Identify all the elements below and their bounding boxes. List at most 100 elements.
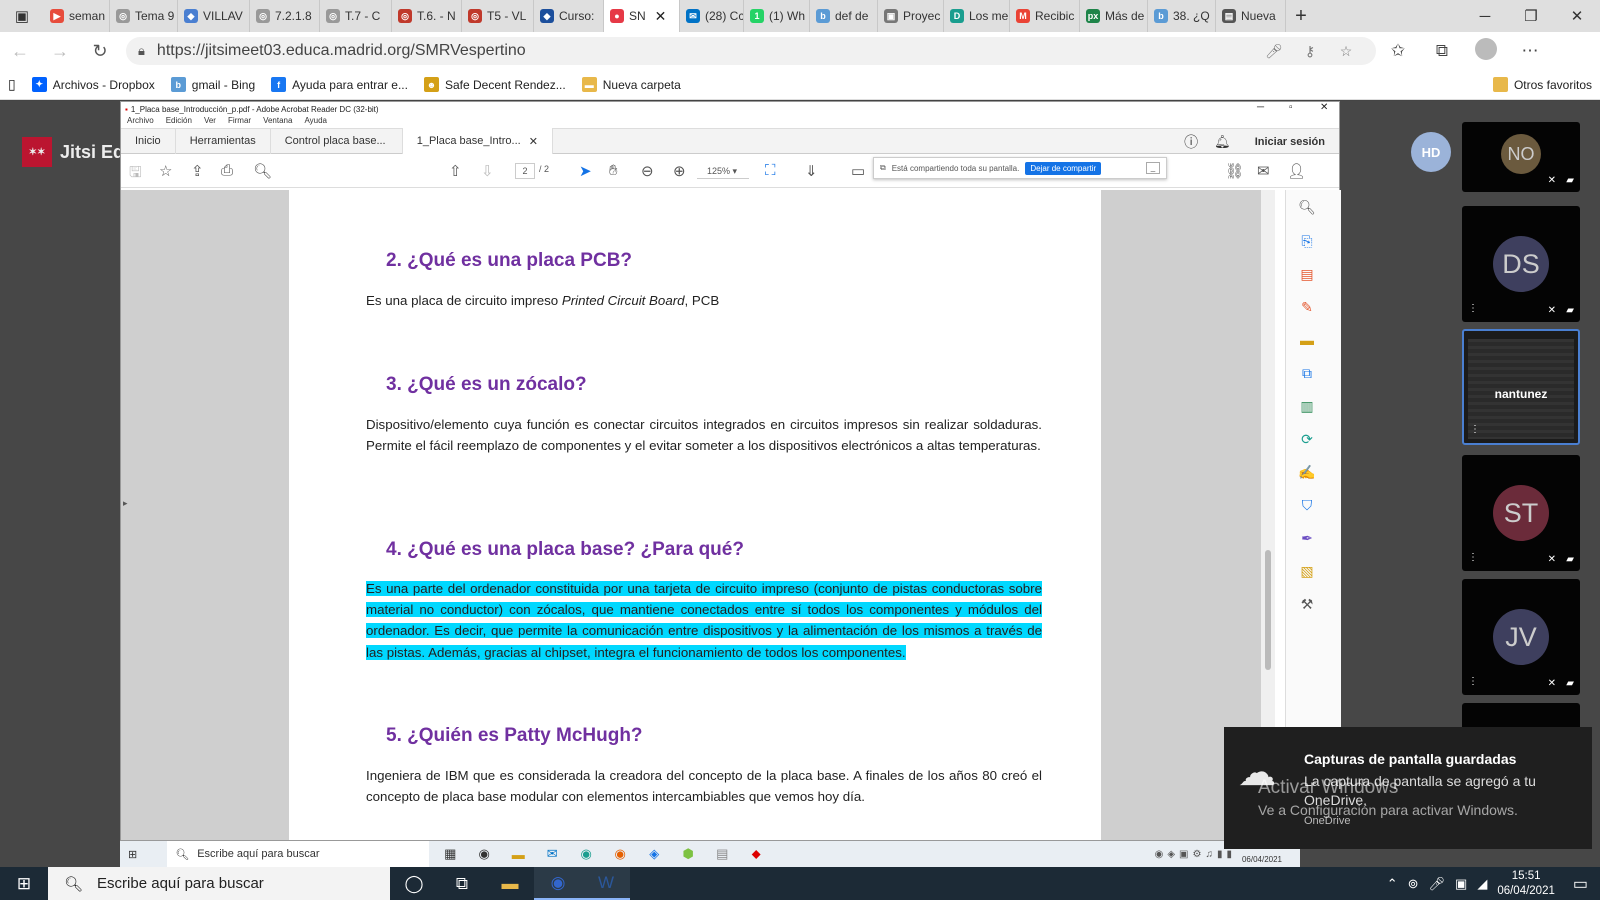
acrobat-close-button[interactable]: ✕ [1320, 102, 1328, 113]
create-pdf-icon[interactable]: ▤ [1298, 265, 1316, 283]
close-window-button[interactable]: ✕ [1554, 7, 1600, 25]
browser-tab[interactable]: ▶ seman [44, 0, 110, 32]
close-tab-icon[interactable]: ✕ [529, 135, 538, 148]
shared-virtualbox-icon[interactable]: ◈ [641, 844, 667, 864]
edge-taskbar-icon[interactable]: ◉ [534, 867, 582, 900]
bookmark-item[interactable]: ✦ Archivos - Dropbox [24, 70, 163, 100]
protect-icon[interactable]: ⛉ [1298, 496, 1316, 514]
fill-sign-icon[interactable]: ✍ [1298, 463, 1316, 481]
browser-tab[interactable]: ✉ (28) Cc [680, 0, 744, 32]
url-field[interactable]: 🔒︎ https://jitsimeet03.educa.madrid.org/… [126, 37, 1376, 65]
page-number-input[interactable]: 2 [515, 163, 535, 179]
scan-ocr-icon[interactable]: ⟳ [1298, 430, 1316, 448]
shared-database-icon[interactable]: ▤ [709, 844, 735, 864]
shared-start-icon[interactable]: ⊞ [128, 848, 137, 861]
taskbar-search-box[interactable]: 🔍︎ Escribe aquí para buscar [48, 867, 390, 900]
shared-firefox-icon[interactable]: ◉ [607, 844, 633, 864]
acrobat-minimize-button[interactable]: ─ [1257, 102, 1264, 113]
tray-camera-icon[interactable]: ⊚ [1408, 876, 1419, 892]
reload-button[interactable]: ↻ [80, 41, 120, 62]
organize-pages-icon[interactable]: ▥ [1298, 397, 1316, 415]
help-icon[interactable]: ⓘ [1184, 132, 1198, 152]
combine-files-icon[interactable]: ⧉ [1298, 364, 1316, 382]
profile-avatar[interactable] [1464, 37, 1508, 65]
task-view-icon[interactable]: ⧉ [438, 867, 486, 900]
url-text[interactable]: https://jitsimeet03.educa.madrid.org/SMR… [157, 42, 1256, 60]
prev-page-icon[interactable]: ⇧ [449, 162, 462, 180]
bookmark-item[interactable]: ☻ Safe Decent Rendez... [416, 70, 574, 100]
notifications-center-icon[interactable]: ▭ [1573, 874, 1588, 894]
tray-overflow-icon[interactable]: ⌃ [1387, 876, 1398, 892]
fit-page-icon[interactable]: ⛶ [765, 162, 776, 179]
menu-ayuda[interactable]: Ayuda [304, 116, 327, 128]
print-icon[interactable]: ⎙ [221, 162, 233, 179]
favorites-icon[interactable]: ✩ [1376, 41, 1420, 61]
local-avatar[interactable]: HD [1411, 132, 1451, 172]
microphone-icon[interactable]: 🎤︎ [1256, 43, 1292, 60]
send-for-comments-icon[interactable]: ▧ [1298, 562, 1316, 580]
tab-inicio[interactable]: Inicio [121, 128, 176, 154]
bookmark-star-icon[interactable]: ☆ [159, 162, 172, 180]
tray-network-icon[interactable]: ◢ [1477, 876, 1487, 892]
tray-clock[interactable]: 15:51 06/04/2021 [1497, 869, 1555, 899]
tab-control-placa-base[interactable]: Control placa base... [271, 128, 403, 154]
reading-list-icon[interactable]: ▯ [0, 70, 24, 100]
left-panel-toggle-icon[interactable]: ▸ [123, 498, 128, 509]
other-favorites-folder[interactable]: Otros favoritos [1485, 70, 1600, 100]
shared-android-icon[interactable]: ⬢ [675, 844, 701, 864]
cortana-icon[interactable]: ◯ [390, 867, 438, 900]
shared-search-box[interactable]: 🔍︎ Escribe aquí para buscar [167, 841, 430, 867]
forward-button[interactable]: → [40, 41, 80, 62]
zoom-dropdown[interactable]: 125% ▾ [697, 163, 749, 179]
email-icon[interactable]: ✉ [1257, 162, 1270, 180]
shared-acrobat-icon[interactable]: ⬥ [743, 844, 769, 864]
key-icon[interactable]: ⚷ [1292, 43, 1328, 60]
shared-taskview-icon[interactable]: ▦ [437, 844, 463, 864]
collections-icon[interactable]: ⧉ [1420, 41, 1464, 61]
scrollbar-thumb[interactable] [1265, 550, 1271, 670]
close-tab-icon[interactable]: ✕ [655, 8, 667, 25]
participant-tile-nantunez[interactable]: nantunez ⋮ [1462, 329, 1580, 445]
browser-tab[interactable]: 1 (1) Wh [744, 0, 810, 32]
browser-tab[interactable]: D Los me [944, 0, 1010, 32]
browser-tab[interactable]: ▣ Proyec [878, 0, 944, 32]
tray-display-icon[interactable]: ▣ [1455, 876, 1467, 892]
participant-tile-ds[interactable]: DS ⋮ ✕ ▰ [1462, 206, 1580, 322]
tray-mic-icon[interactable]: 🎤︎ [1429, 876, 1446, 892]
zoom-out-icon[interactable]: ⊖ [641, 162, 654, 180]
browser-tab[interactable]: ◎ 7.2.1.8 [250, 0, 320, 32]
more-options-icon[interactable]: ⋮ [1468, 552, 1478, 563]
upload-icon[interactable]: ⇪ [191, 162, 204, 180]
participant-tile-no[interactable]: NO ✕ ▰ [1462, 122, 1580, 192]
menu-ver[interactable]: Ver [204, 116, 216, 128]
tab-herramientas[interactable]: Herramientas [176, 128, 271, 154]
lock-icon[interactable]: 🔒︎ [138, 43, 145, 59]
more-options-icon[interactable]: ⋮ [1468, 676, 1478, 687]
browser-tab[interactable]: ◎ T5 - VL [462, 0, 534, 32]
zoom-tool-icon[interactable]: 🔍︎ [1298, 198, 1316, 216]
browser-tab[interactable]: ◆ VILLAV [178, 0, 250, 32]
participant-tile-jv[interactable]: JV ⋮ ✕ ▰ [1462, 579, 1580, 695]
tab-actions-icon[interactable]: ▣ [0, 0, 44, 32]
signin-button[interactable]: Iniciar sesión [1255, 136, 1325, 148]
comment-icon[interactable]: ▭ [851, 162, 865, 180]
menu-edicion[interactable]: Edición [166, 116, 192, 128]
shared-explorer-icon[interactable]: ▬ [505, 844, 531, 864]
zoom-in-icon[interactable]: ⊕ [673, 162, 686, 180]
add-user-icon[interactable]: 👤︎ [1287, 162, 1306, 180]
edit-pdf-icon[interactable]: ✎ [1298, 298, 1316, 316]
shared-edge-icon[interactable]: ◉ [573, 844, 599, 864]
browser-tab[interactable]: b 38. ¿Q [1148, 0, 1216, 32]
shared-app-icon[interactable]: ◉ [471, 844, 497, 864]
request-signature-icon[interactable]: ✒ [1298, 529, 1316, 547]
next-page-icon[interactable]: ⇩ [481, 162, 494, 180]
menu-ventana[interactable]: Ventana [263, 116, 292, 128]
add-favorite-icon[interactable]: ☆ [1328, 43, 1364, 60]
participant-tile-st[interactable]: ST ⋮ ✕ ▰ [1462, 455, 1580, 571]
menu-archivo[interactable]: Archivo [127, 116, 154, 128]
more-options-icon[interactable]: ⋮ [1470, 424, 1480, 435]
browser-tab[interactable]: ◆ Curso: [534, 0, 604, 32]
bookmark-item[interactable]: f Ayuda para entrar e... [263, 70, 416, 100]
bookmark-item[interactable]: ▬ Nueva carpeta [574, 70, 689, 100]
comment-tool-icon[interactable]: ▬ [1298, 331, 1316, 349]
